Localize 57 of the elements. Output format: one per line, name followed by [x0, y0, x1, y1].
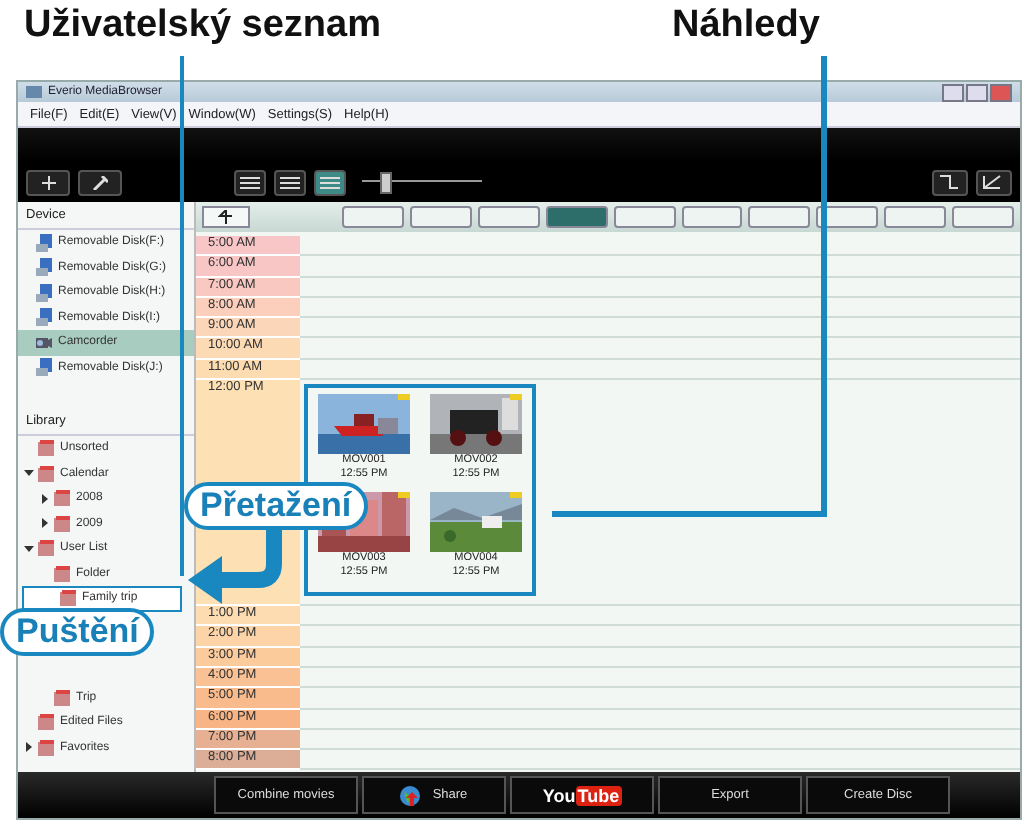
list-icon: [38, 739, 56, 756]
expanded-arrow-icon[interactable]: [24, 543, 34, 554]
close-button[interactable]: [990, 83, 1012, 101]
date-button[interactable]: [681, 206, 743, 228]
view-mode-button[interactable]: [234, 169, 266, 195]
drag-callout-tooltip: Přetažení: [184, 482, 368, 530]
list-view-icon: [280, 175, 300, 189]
drive-icon: [34, 258, 54, 277]
date-button[interactable]: [748, 206, 811, 228]
step-icon: [938, 174, 962, 190]
view-mode-button[interactable]: [274, 169, 306, 195]
callout-label: Náhledy: [672, 4, 820, 48]
list-icon: [38, 465, 56, 482]
camcorder-icon: [34, 333, 54, 352]
date-button[interactable]: [884, 206, 947, 228]
list-icon: [38, 714, 56, 731]
pencil-icon: [982, 174, 1006, 190]
list-icon: [54, 515, 72, 532]
drop-callout-tooltip: Puštění: [0, 608, 155, 656]
maximize-button[interactable]: [966, 83, 988, 101]
minimize-button[interactable]: [942, 83, 964, 101]
date-button[interactable]: [545, 206, 608, 228]
callout-label: Uživatelský seznam: [24, 4, 381, 48]
drive-icon: [34, 283, 54, 302]
list-icon: [54, 565, 72, 582]
list-view-icon: [320, 175, 340, 189]
edit-menu-button[interactable]: [976, 169, 1012, 195]
drive-icon: [34, 308, 54, 327]
wrench-icon: [92, 175, 108, 189]
plus-icon: [41, 175, 55, 189]
app-icon: [26, 86, 42, 98]
export-menu-button[interactable]: [932, 169, 968, 195]
view-mode-button[interactable]: [314, 169, 346, 195]
date-button[interactable]: [952, 206, 1015, 228]
date-button[interactable]: [342, 206, 404, 228]
up-arrow-icon: [218, 210, 234, 224]
back-button[interactable]: [202, 206, 250, 228]
list-icon: [54, 689, 72, 706]
collapsed-arrow-icon[interactable]: [40, 493, 50, 504]
collapsed-arrow-icon[interactable]: [40, 518, 50, 529]
date-button[interactable]: [613, 206, 676, 228]
list-icon: [60, 590, 78, 607]
add-button[interactable]: [26, 169, 70, 195]
drive-icon: [34, 358, 54, 377]
globe-icon: [400, 785, 421, 805]
date-button[interactable]: [409, 206, 472, 228]
date-button[interactable]: [477, 206, 540, 228]
list-icon: [38, 440, 56, 457]
drive-icon: [34, 233, 54, 252]
list-icon: [54, 490, 72, 507]
list-icon: [38, 540, 56, 557]
youtube-button[interactable]: YouTube: [510, 776, 654, 814]
list-view-icon: [240, 175, 260, 189]
expanded-arrow-icon[interactable]: [24, 468, 34, 479]
tools-button[interactable]: [78, 169, 122, 195]
collapsed-arrow-icon[interactable]: [24, 742, 34, 753]
date-button[interactable]: [816, 206, 879, 228]
